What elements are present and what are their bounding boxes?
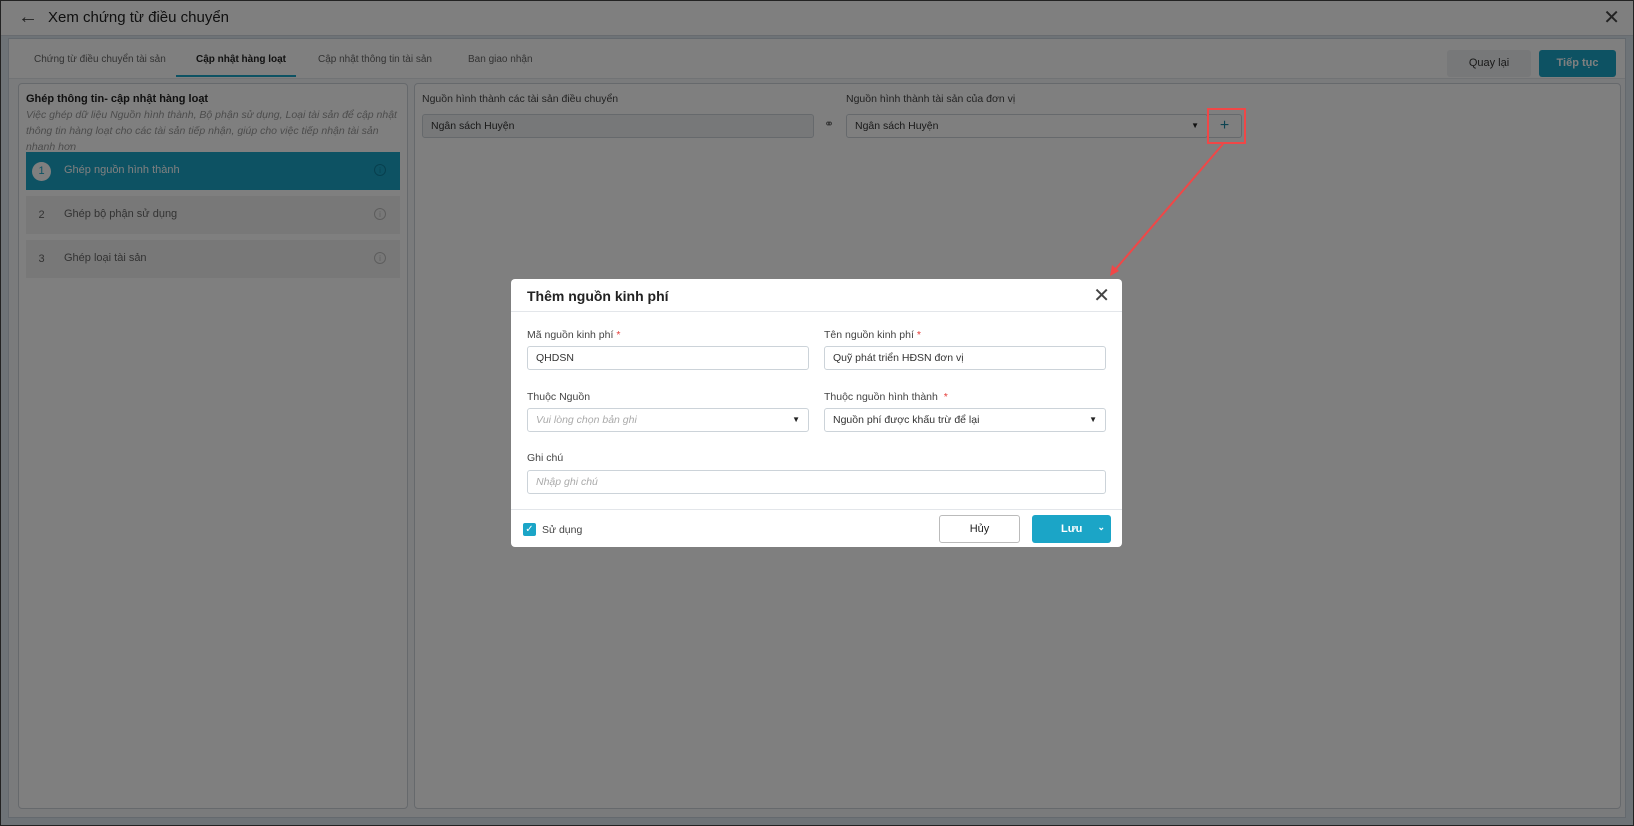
window-frame xyxy=(0,0,1634,826)
